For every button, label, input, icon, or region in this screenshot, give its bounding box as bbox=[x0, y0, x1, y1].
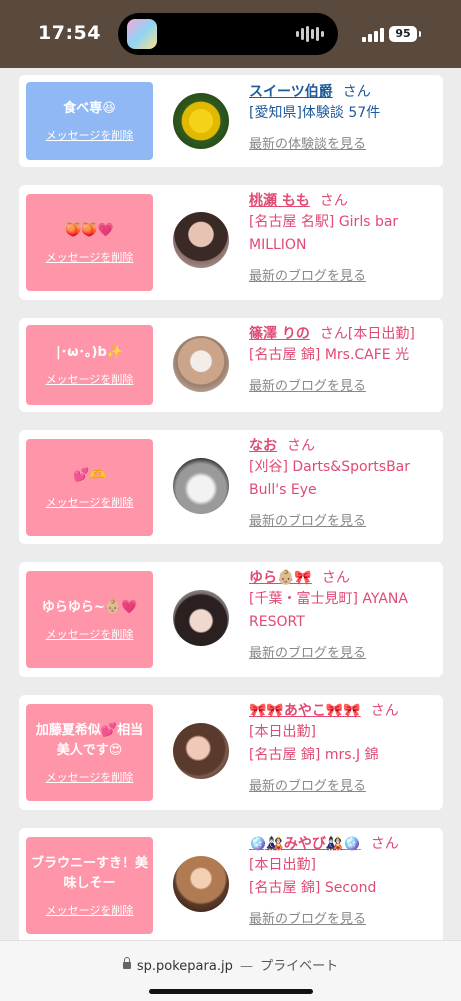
user-name-link[interactable]: なお bbox=[249, 438, 277, 454]
delete-message-link[interactable]: メッセージを削除 bbox=[46, 127, 134, 143]
browser-url-bar[interactable]: sp.pokepara.jp — プライベート bbox=[0, 940, 461, 1001]
user-name-link[interactable]: 桃瀬 もも bbox=[249, 193, 310, 209]
dynamic-island bbox=[118, 13, 338, 55]
message-bubble: ブラウニーすき！美味しそー メッセージを削除 bbox=[26, 837, 153, 934]
signal-icon bbox=[362, 28, 384, 42]
detail-line: [名古屋 錦] mrs.J 錦 bbox=[249, 747, 379, 763]
message-text: ブラウニーすき！美味しそー bbox=[30, 855, 148, 891]
honorific: さん bbox=[321, 570, 350, 586]
message-bubble: ゆらゆら~👶🏼💗 メッセージを削除 bbox=[26, 571, 153, 668]
avatar[interactable] bbox=[173, 212, 229, 268]
delete-message-link[interactable]: メッセージを削除 bbox=[46, 494, 134, 510]
detail-line: [名古屋 錦] Mrs.CAFE 光 bbox=[249, 347, 410, 363]
attendance-badge: [本日出勤] bbox=[347, 326, 415, 342]
delete-message-link[interactable]: メッセージを削除 bbox=[46, 371, 134, 387]
avatar[interactable] bbox=[173, 856, 229, 912]
lock-icon bbox=[122, 957, 131, 969]
delete-message-link[interactable]: メッセージを削除 bbox=[46, 249, 134, 265]
user-name-link[interactable]: 🪩🎎みやび🎎🪩 bbox=[249, 836, 361, 852]
list-item: 加藤夏希似💕相当美人です😍 メッセージを削除 🎀🎀あやこ🎀🎀 さん [本日出勤] … bbox=[19, 695, 443, 810]
avatar[interactable] bbox=[173, 458, 229, 514]
detail-line: MILLION bbox=[249, 237, 307, 253]
message-list: 食べ専😆 メッセージを削除 スイーツ伯爵 さん [愛知県]体験談 57件 最新の体… bbox=[0, 68, 461, 940]
url-separator: — bbox=[239, 959, 253, 974]
honorific: さん bbox=[370, 703, 399, 719]
detail-line: Bull's Eye bbox=[249, 482, 317, 498]
delete-message-link[interactable]: メッセージを削除 bbox=[46, 626, 134, 642]
latest-blog-link[interactable]: 最新のブログを見る bbox=[249, 375, 439, 394]
avatar[interactable] bbox=[173, 93, 229, 149]
avatar[interactable] bbox=[173, 590, 229, 646]
detail-line: [本日出勤] bbox=[249, 724, 316, 740]
detail-line: RESORT bbox=[249, 614, 305, 630]
delete-message-link[interactable]: メッセージを削除 bbox=[46, 769, 134, 785]
delete-message-link[interactable]: メッセージを削除 bbox=[46, 902, 134, 918]
message-bubble: 食べ専😆 メッセージを削除 bbox=[26, 82, 153, 160]
audio-wave-icon bbox=[296, 26, 324, 42]
user-name-link[interactable]: 篠澤 りの bbox=[249, 326, 310, 342]
latest-blog-link[interactable]: 最新のブログを見る bbox=[249, 265, 439, 284]
message-text: ゆらゆら~👶🏼💗 bbox=[41, 599, 138, 615]
honorific: さん bbox=[319, 193, 348, 209]
list-item: ブラウニーすき！美味しそー メッセージを削除 🪩🎎みやび🎎🪩 さん [本日出勤] … bbox=[19, 828, 443, 940]
detail-line: [名古屋 錦] Second bbox=[249, 880, 377, 896]
detail-line: [千葉・富士見町] AYANA bbox=[249, 591, 408, 607]
message-text: |･ω･｡)b✨ bbox=[56, 345, 123, 360]
latest-reviews-link[interactable]: 最新の体験談を見る bbox=[249, 133, 439, 152]
list-item: 💕🫶 メッセージを削除 なお さん [刈谷] Darts&SportsBar Bu… bbox=[19, 430, 443, 544]
url-domain: sp.pokepara.jp bbox=[136, 959, 233, 974]
latest-blog-link[interactable]: 最新のブログを見る bbox=[249, 510, 439, 529]
message-text: 🍑🍑💗 bbox=[65, 222, 114, 238]
latest-blog-link[interactable]: 最新のブログを見る bbox=[249, 908, 439, 927]
battery-icon: 95 bbox=[389, 26, 421, 42]
list-item: |･ω･｡)b✨ メッセージを削除 篠澤 りの さん[本日出勤] [名古屋 錦] … bbox=[19, 318, 443, 412]
list-item: 🍑🍑💗 メッセージを削除 桃瀬 もも さん [名古屋 名駅] Girls bar … bbox=[19, 185, 443, 300]
user-name-link[interactable]: 🎀🎀あやこ🎀🎀 bbox=[249, 703, 361, 719]
user-name-link[interactable]: ゆら👶🏼🎀 bbox=[249, 570, 312, 586]
clock: 17:54 bbox=[38, 22, 101, 44]
honorific: さん bbox=[287, 438, 315, 454]
list-item: ゆらゆら~👶🏼💗 メッセージを削除 ゆら👶🏼🎀 さん [千葉・富士見町] AYAN… bbox=[19, 562, 443, 677]
app-icon bbox=[127, 19, 157, 49]
detail-line: [名古屋 名駅] Girls bar bbox=[249, 214, 399, 230]
private-mode-label: プライベート bbox=[260, 959, 339, 974]
message-bubble: |･ω･｡)b✨ メッセージを削除 bbox=[26, 325, 153, 405]
user-name-link[interactable]: スイーツ伯爵 bbox=[249, 84, 333, 100]
message-text: 💕🫶 bbox=[73, 467, 106, 483]
message-bubble: 🍑🍑💗 メッセージを削除 bbox=[26, 194, 153, 291]
detail-line: [刈谷] Darts&SportsBar bbox=[249, 459, 411, 475]
detail-line: [本日出勤] bbox=[249, 857, 316, 873]
honorific: さん bbox=[370, 836, 399, 852]
latest-blog-link[interactable]: 最新のブログを見る bbox=[249, 642, 439, 661]
message-text: 食べ専😆 bbox=[63, 101, 116, 116]
honorific: さん bbox=[319, 326, 348, 342]
message-bubble: 💕🫶 メッセージを削除 bbox=[26, 439, 153, 536]
detail-line: [愛知県]体験談 57件 bbox=[249, 105, 381, 121]
message-text: 加藤夏希似💕相当美人です😍 bbox=[35, 722, 144, 758]
honorific: さん bbox=[342, 84, 371, 100]
list-item: 食べ専😆 メッセージを削除 スイーツ伯爵 さん [愛知県]体験談 57件 最新の体… bbox=[19, 75, 443, 167]
latest-blog-link[interactable]: 最新のブログを見る bbox=[249, 775, 439, 794]
avatar[interactable] bbox=[173, 723, 229, 779]
message-bubble: 加藤夏希似💕相当美人です😍 メッセージを削除 bbox=[26, 704, 153, 801]
home-indicator[interactable] bbox=[149, 989, 313, 994]
status-bar: 17:54 95 bbox=[0, 0, 461, 68]
avatar[interactable] bbox=[173, 336, 229, 392]
